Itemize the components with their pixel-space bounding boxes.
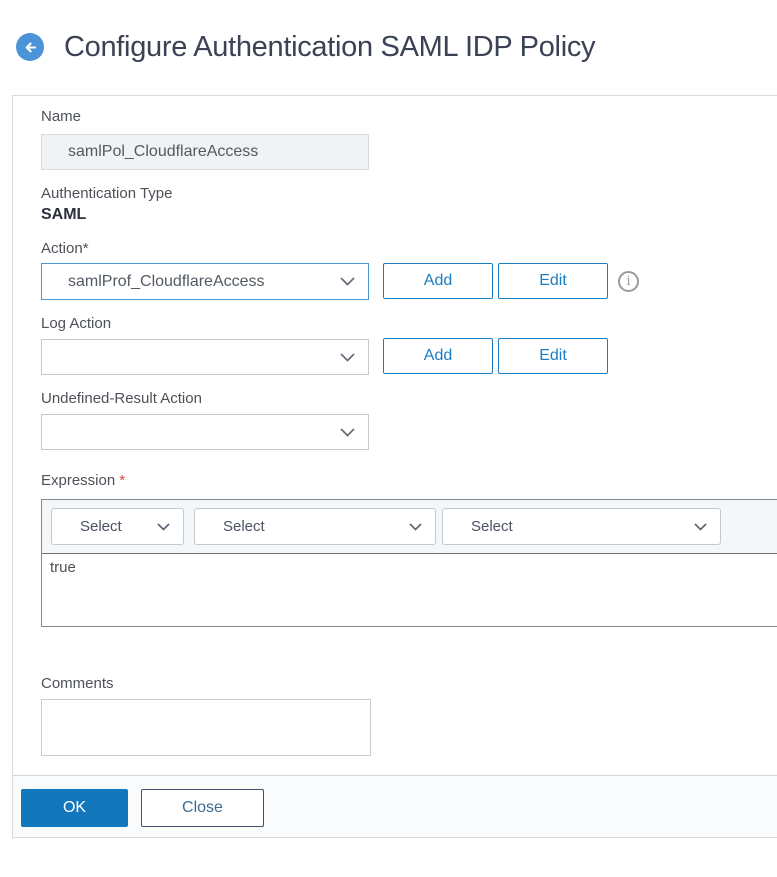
ok-button[interactable]: OK <box>21 789 128 827</box>
chevron-down-icon <box>339 427 356 438</box>
expression-select-3-value: Select <box>471 518 513 535</box>
action-edit-button[interactable]: Edit <box>498 263 608 299</box>
chevron-down-icon <box>156 522 171 532</box>
expression-select-1[interactable]: Select <box>51 508 184 545</box>
expression-select-3[interactable]: Select <box>442 508 721 545</box>
log-action-select[interactable] <box>41 339 369 375</box>
expression-label: Expression* <box>41 472 125 489</box>
back-button[interactable] <box>16 33 44 61</box>
chevron-down-icon <box>693 522 708 532</box>
arrow-left-icon <box>22 39 39 56</box>
name-input[interactable] <box>41 134 369 170</box>
chevron-down-icon <box>339 352 356 363</box>
info-icon[interactable] <box>618 271 639 292</box>
action-label: Action* <box>41 240 89 257</box>
required-asterisk: * <box>119 472 125 489</box>
comments-textarea[interactable] <box>41 699 371 756</box>
auth-type-label: Authentication Type <box>41 185 172 202</box>
undefined-result-action-label: Undefined-Result Action <box>41 390 202 407</box>
chevron-down-icon <box>408 522 423 532</box>
expression-select-2[interactable]: Select <box>194 508 436 545</box>
expression-builder: Select Select Select true <box>41 499 777 627</box>
auth-type-value: SAML <box>41 206 86 224</box>
log-action-edit-button[interactable]: Edit <box>498 338 608 374</box>
log-action-label: Log Action <box>41 315 111 332</box>
footer-bar: OK Close <box>13 775 777 837</box>
expression-select-2-value: Select <box>223 518 265 535</box>
action-select[interactable]: samlProf_CloudflareAccess <box>41 263 369 300</box>
expression-toolbar: Select Select Select <box>42 500 777 554</box>
page-header: Configure Authentication SAML IDP Policy <box>0 0 777 95</box>
undefined-result-action-select[interactable] <box>41 414 369 450</box>
form-panel: Name Authentication Type SAML Action* sa… <box>12 95 777 838</box>
expression-select-1-value: Select <box>80 518 122 535</box>
expression-editor[interactable]: true <box>42 554 777 627</box>
comments-label: Comments <box>41 675 114 692</box>
close-button[interactable]: Close <box>141 789 264 827</box>
chevron-down-icon <box>339 276 356 287</box>
expression-label-text: Expression <box>41 472 115 489</box>
page-title: Configure Authentication SAML IDP Policy <box>64 29 595 65</box>
log-action-add-button[interactable]: Add <box>383 338 493 374</box>
action-select-value: samlProf_CloudflareAccess <box>68 273 265 291</box>
name-label: Name <box>41 108 81 125</box>
action-add-button[interactable]: Add <box>383 263 493 299</box>
